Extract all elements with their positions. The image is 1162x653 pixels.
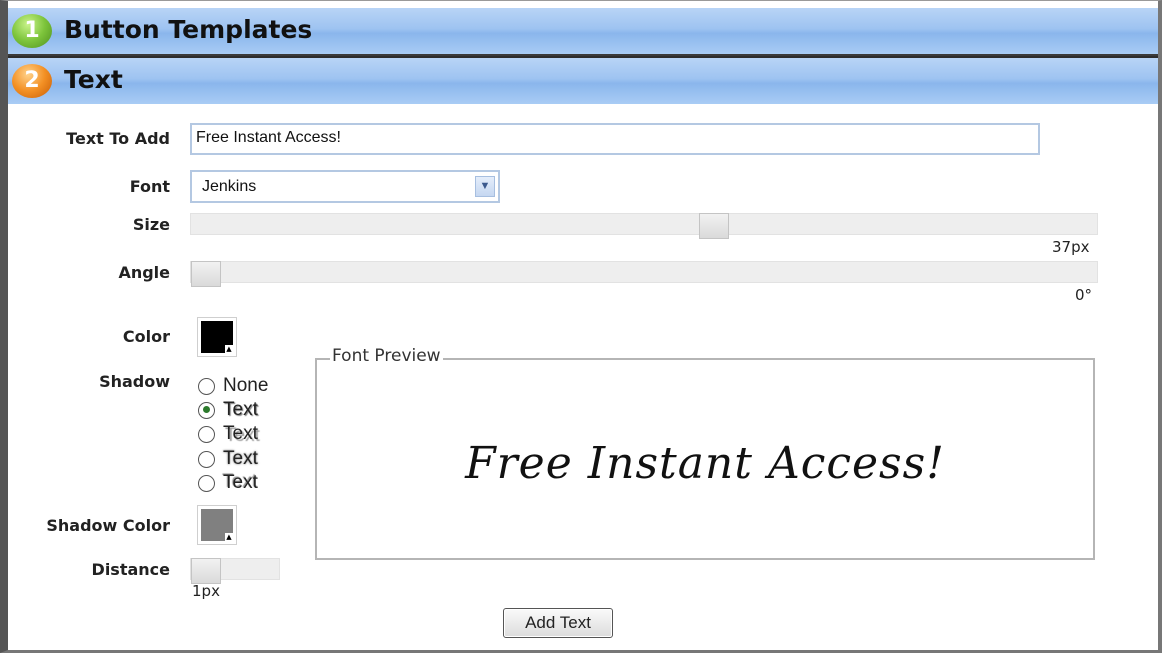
chevron-down-icon[interactable]: ▼ (475, 176, 495, 197)
add-text-button[interactable]: Add Text (503, 608, 613, 638)
color-label: Color (122, 327, 170, 346)
shadow-radio-4[interactable] (198, 474, 215, 492)
shadow-option-1[interactable]: Text (198, 399, 258, 421)
section-header-text[interactable]: 2 Text (8, 58, 1158, 104)
shadow-color-label: Shadow Color (46, 516, 170, 535)
angle-slider-handle[interactable] (191, 261, 221, 287)
font-label: Font (129, 177, 170, 196)
shadow-option-label: Text (223, 472, 258, 493)
angle-label: Angle (118, 263, 170, 282)
text-color-swatch[interactable]: ▲ (197, 317, 237, 357)
shadow-radio-none[interactable] (198, 377, 215, 395)
shadow-option-2[interactable]: Text (198, 423, 258, 445)
shadow-radio-3[interactable] (198, 450, 215, 468)
shadow-option-4[interactable]: Text (198, 472, 258, 494)
shadow-option-3[interactable]: Text (198, 448, 258, 470)
shadow-label: Shadow (99, 372, 170, 391)
shadow-option-label: None (223, 375, 269, 396)
text-to-add-label: Text To Add (66, 129, 170, 148)
shadow-option-none[interactable]: None (198, 375, 268, 397)
color-picker-arrow-icon: ▲ (225, 345, 233, 353)
shadow-option-label: Text (223, 448, 258, 469)
text-to-add-input[interactable]: Free Instant Access! (190, 123, 1040, 155)
shadow-option-label: Text (223, 423, 258, 444)
angle-slider[interactable] (190, 261, 1098, 287)
step-2-badge-icon: 2 (12, 64, 52, 98)
distance-slider[interactable] (190, 558, 280, 584)
font-preview-text: Free Instant Access! (465, 438, 945, 489)
font-select-value: Jenkins (202, 178, 257, 195)
font-preview-legend: Font Preview (330, 346, 443, 366)
size-value: 37px (1052, 238, 1090, 256)
section-title-button-templates: Button Templates (64, 15, 313, 44)
size-slider[interactable] (190, 213, 1098, 239)
size-slider-handle[interactable] (699, 213, 729, 239)
angle-value: 0° (1075, 286, 1093, 304)
section-header-button-templates[interactable]: 1 Button Templates (8, 8, 1158, 56)
distance-value: 1px (192, 582, 220, 600)
shadow-radio-2[interactable] (198, 425, 215, 443)
shadow-option-label: Text (223, 399, 258, 420)
distance-label: Distance (91, 560, 170, 579)
distance-slider-handle[interactable] (191, 558, 221, 584)
shadow-radio-1[interactable] (198, 401, 215, 419)
size-label: Size (132, 215, 170, 234)
color-picker-arrow-icon: ▲ (225, 533, 233, 541)
section-title-text: Text (64, 65, 123, 94)
step-1-badge-icon: 1 (12, 14, 52, 48)
shadow-color-swatch[interactable]: ▲ (197, 505, 237, 545)
font-select[interactable]: Jenkins ▼ (190, 170, 500, 203)
